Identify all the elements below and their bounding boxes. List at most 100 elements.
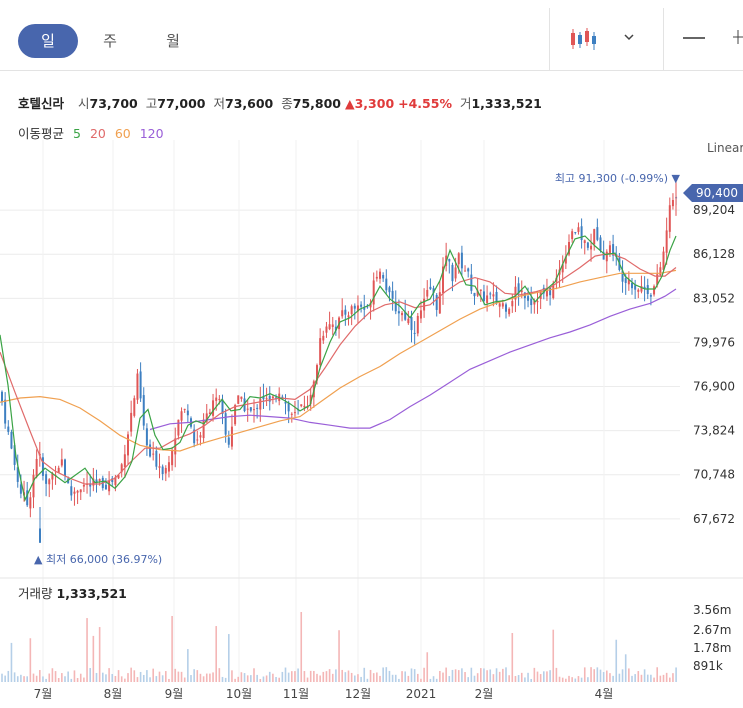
candle-body [353, 305, 356, 309]
volume-bar [527, 672, 529, 682]
volume-bar [385, 667, 388, 682]
candle-body [139, 371, 142, 399]
candle-body [167, 462, 170, 472]
volume-bar [561, 677, 564, 682]
volume-bar [549, 670, 551, 682]
volume-bar [331, 673, 334, 682]
volume-bar [161, 675, 164, 682]
candle-body [372, 280, 375, 305]
candle-body [448, 258, 451, 262]
candle-body [382, 275, 385, 279]
volume-bar [675, 667, 677, 682]
volume-bar [212, 672, 214, 682]
volume-bar [272, 673, 274, 682]
volume-tick-label: 3.56m [693, 603, 731, 617]
volume-bars [1, 612, 677, 682]
volume-bar [105, 674, 107, 682]
candle-body [341, 310, 344, 317]
volume-bar [139, 671, 142, 682]
volume-bar [48, 673, 51, 682]
candle-body [530, 298, 533, 306]
volume-bar [73, 670, 76, 682]
volume-bar [10, 642, 13, 682]
candle-body [413, 332, 416, 334]
volume-bar [54, 671, 57, 682]
volume-bar [218, 668, 221, 682]
volume-bar [165, 671, 167, 682]
candle-body [451, 264, 454, 282]
volume-bar [429, 678, 432, 682]
price-tick-label: 79,976 [693, 335, 735, 349]
price-tick-label: 83,052 [693, 291, 735, 305]
volume-bar [234, 678, 236, 682]
volume-bar [596, 667, 599, 682]
volume-bar [136, 677, 139, 682]
candle-body [583, 240, 586, 244]
candle-body [249, 407, 252, 411]
candle-body [268, 395, 271, 402]
candle-body [574, 232, 577, 234]
volume-bar [590, 667, 592, 682]
volume-bar [672, 673, 674, 682]
volume-bar [102, 672, 104, 682]
price-tick-label: 67,672 [693, 512, 735, 526]
volume-bar [486, 670, 488, 682]
candle-body [293, 412, 296, 414]
candle-body [511, 301, 514, 307]
candle-body [180, 411, 183, 421]
candle-body [634, 285, 637, 290]
volume-bar [606, 670, 608, 682]
volume-bar [480, 668, 482, 682]
volume-bar [445, 667, 447, 682]
volume-bar [467, 677, 469, 682]
volume-bar [98, 627, 101, 682]
volume-bar [524, 677, 526, 682]
volume-bar [174, 668, 177, 682]
volume-bar [130, 667, 132, 682]
volume-bar [363, 667, 366, 682]
candle-body [76, 490, 79, 493]
candle-body [482, 291, 485, 302]
volume-bar [95, 672, 98, 682]
volume-bar [539, 674, 542, 682]
volume-bar [558, 676, 561, 682]
volume-bar [237, 676, 240, 682]
volume-bar [517, 675, 520, 682]
volume-bar [498, 671, 501, 682]
ma60-line [0, 269, 677, 452]
volume-bar [338, 630, 340, 682]
volume-bar [435, 678, 438, 682]
candle-body [580, 226, 583, 241]
volume-bar [350, 672, 353, 682]
candle-body [501, 303, 504, 307]
candle-body [586, 242, 589, 248]
candle-body [271, 396, 274, 399]
volume-bar [231, 670, 233, 682]
candle-body [489, 293, 492, 295]
volume-bar [609, 673, 611, 682]
volume-bar [278, 677, 280, 682]
candle-body [319, 338, 322, 365]
volume-bar [442, 672, 444, 682]
candle-body [303, 405, 306, 408]
price-tick-label: 86,128 [693, 247, 735, 261]
volume-bar [571, 677, 573, 682]
volume-bar [495, 668, 498, 682]
volume-bar [637, 671, 640, 682]
volume-bar [448, 676, 451, 682]
volume-bar [117, 670, 120, 682]
volume-bar [70, 678, 73, 682]
candle-body [624, 278, 627, 283]
volume-bar [26, 676, 28, 682]
candle-body [104, 484, 107, 490]
candle-body [79, 489, 82, 493]
volume-bar [634, 674, 636, 682]
candle-body [158, 466, 161, 468]
volume-bar [303, 671, 306, 682]
volume-bar [492, 674, 495, 682]
candle-body [290, 413, 293, 415]
volume-bar [306, 677, 309, 682]
time-tick-label: 11월 [283, 687, 309, 701]
volume-header: 거래량 1,333,521 [18, 583, 127, 602]
volume-bar [341, 669, 343, 682]
